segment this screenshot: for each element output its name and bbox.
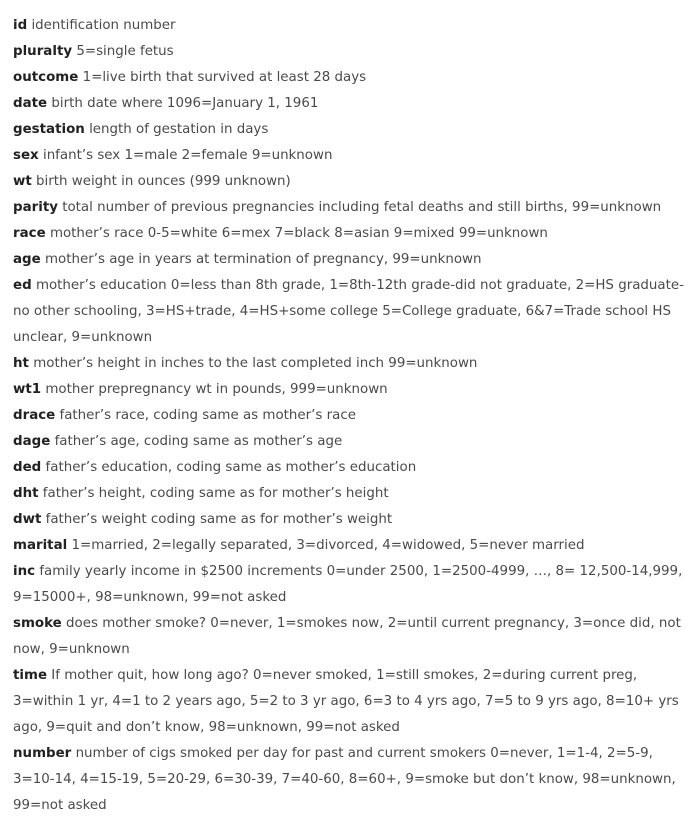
variable-description: mother’s age in years at termination of …	[44, 252, 482, 267]
variable-name: number	[13, 746, 72, 761]
entry-parity: parity total number of previous pregnanc…	[13, 195, 684, 221]
variable-description: mother’s education 0=less than 8th grade…	[13, 278, 684, 345]
entry-age: age mother’s age in years at termination…	[13, 247, 684, 273]
variable-description: father’s education, coding same as mothe…	[45, 460, 417, 475]
variable-description: number of cigs smoked per day for past a…	[13, 746, 676, 813]
variable-name: race	[13, 226, 46, 241]
entry-gestation: gestation length of gestation in days	[13, 117, 684, 143]
variable-description: If mother quit, how long ago? 0=never sm…	[13, 668, 679, 735]
entry-inc: inc family yearly income in $2500 increm…	[13, 559, 684, 611]
entry-wt1: wt1 mother prepregnancy wt in pounds, 99…	[13, 377, 684, 403]
variable-description: father’s height, coding same as for moth…	[42, 486, 389, 501]
variable-name: gestation	[13, 122, 85, 137]
variable-name: drace	[13, 408, 56, 423]
variable-codebook: id identification number pluralty 5=sing…	[0, 0, 692, 819]
entry-outcome: outcome 1=live birth that survived at le…	[13, 65, 684, 91]
variable-name: time	[13, 668, 48, 683]
entry-id: id identification number	[13, 13, 684, 39]
variable-description: does mother smoke? 0=never, 1=smokes now…	[13, 616, 681, 657]
variable-description: birth date where 1096=January 1, 1961	[51, 96, 319, 111]
variable-description: mother’s race 0-5=white 6=mex 7=black 8=…	[49, 226, 548, 241]
variable-name: id	[13, 18, 28, 33]
variable-name: parity	[13, 200, 58, 215]
entry-number: number number of cigs smoked per day for…	[13, 741, 684, 819]
variable-description: birth weight in ounces (999 unknown)	[36, 174, 291, 189]
variable-description: identification number	[31, 18, 176, 33]
entry-smoke: smoke does mother smoke? 0=never, 1=smok…	[13, 611, 684, 663]
entry-drace: drace father’s race, coding same as moth…	[13, 403, 684, 429]
entry-pluralty: pluralty 5=single fetus	[13, 39, 684, 65]
entry-date: date birth date where 1096=January 1, 19…	[13, 91, 684, 117]
variable-description: father’s age, coding same as mother’s ag…	[54, 434, 343, 449]
entry-ded: ded father’s education, coding same as m…	[13, 455, 684, 481]
variable-description: father’s race, coding same as mother’s r…	[59, 408, 356, 423]
entry-dwt: dwt father’s weight coding same as for m…	[13, 507, 684, 533]
variable-description: 1=married, 2=legally separated, 3=divorc…	[71, 538, 585, 553]
variable-name: dwt	[13, 512, 42, 527]
variable-name: outcome	[13, 70, 79, 85]
variable-name: sex	[13, 148, 39, 163]
entry-wt: wt birth weight in ounces (999 unknown)	[13, 169, 684, 195]
variable-name: dht	[13, 486, 39, 501]
variable-description: father’s weight coding same as for mothe…	[45, 512, 393, 527]
entry-ht: ht mother’s height in inches to the last…	[13, 351, 684, 377]
variable-description: total number of previous pregnancies inc…	[62, 200, 662, 215]
variable-name: ed	[13, 278, 32, 293]
entry-marital: marital 1=married, 2=legally separated, …	[13, 533, 684, 559]
entry-dage: dage father’s age, coding same as mother…	[13, 429, 684, 455]
variable-description: mother prepregnancy wt in pounds, 999=un…	[45, 382, 388, 397]
variable-description: family yearly income in $2500 increments…	[13, 564, 683, 605]
variable-name: date	[13, 96, 48, 111]
variable-name: wt	[13, 174, 32, 189]
variable-name: ht	[13, 356, 29, 371]
variable-name: marital	[13, 538, 68, 553]
variable-description: mother’s height in inches to the last co…	[33, 356, 478, 371]
variable-name: pluralty	[13, 44, 73, 59]
variable-name: dage	[13, 434, 51, 449]
entry-race: race mother’s race 0-5=white 6=mex 7=bla…	[13, 221, 684, 247]
entry-sex: sex infant’s sex 1=male 2=female 9=unkno…	[13, 143, 684, 169]
variable-description: infant’s sex 1=male 2=female 9=unknown	[42, 148, 333, 163]
variable-description: 5=single fetus	[76, 44, 174, 59]
entry-time: time If mother quit, how long ago? 0=nev…	[13, 663, 684, 741]
variable-name: smoke	[13, 616, 62, 631]
variable-description: 1=live birth that survived at least 28 d…	[82, 70, 367, 85]
variable-name: age	[13, 252, 41, 267]
variable-description: length of gestation in days	[89, 122, 269, 137]
variable-name: wt1	[13, 382, 42, 397]
variable-name: inc	[13, 564, 36, 579]
variable-name: ded	[13, 460, 42, 475]
entry-dht: dht father’s height, coding same as for …	[13, 481, 684, 507]
entry-ed: ed mother’s education 0=less than 8th gr…	[13, 273, 684, 351]
